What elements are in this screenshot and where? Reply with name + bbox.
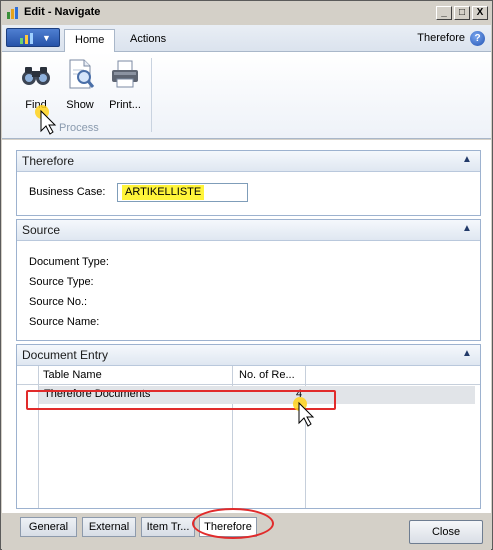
ribbon-body: Find Show Print... Process [2, 52, 491, 139]
column-header-table-name[interactable]: Table Name [43, 369, 102, 381]
show-label: Show [66, 99, 94, 111]
fasttab-document-entry: Document Entry ▲ Table Name No. of Re...… [16, 344, 481, 509]
dynamics-bars-icon [20, 33, 33, 44]
show-button[interactable]: Show [60, 58, 100, 111]
column-header-no-of-records[interactable]: No. of Re... [239, 369, 295, 381]
source-type-label: Source Type: [29, 276, 94, 288]
maximize-button[interactable]: □ [454, 6, 470, 20]
tab-general[interactable]: General [20, 517, 77, 537]
close-button[interactable]: Close [409, 520, 483, 544]
group-label-process: Process [59, 122, 99, 134]
tab-home[interactable]: Home [64, 29, 116, 52]
group-separator [151, 58, 152, 132]
chevron-down-icon: ▼ [42, 33, 51, 43]
minimize-button[interactable]: _ [436, 6, 452, 20]
tab-actions[interactable]: Actions [120, 29, 176, 52]
tab-item-tracking[interactable]: Item Tr... [141, 517, 195, 537]
grid-header: Table Name No. of Re... [17, 366, 480, 385]
collapse-icon[interactable]: ▲ [462, 154, 472, 165]
document-magnifier-icon [69, 59, 95, 89]
collapse-icon[interactable]: ▲ [462, 348, 472, 359]
fasttab-header-source[interactable]: Source ▲ [17, 220, 480, 241]
fasttab-therefore: Therefore ▲ Business Case: ARTIKELLISTE [16, 150, 481, 216]
annotation-tab-highlight [192, 508, 274, 539]
footer-bar: General External Item Tr... Therefore Cl… [2, 508, 491, 550]
source-name-label: Source Name: [29, 316, 100, 328]
dynamics-app-icon [7, 7, 18, 19]
fasttab-title: Document Entry [22, 348, 109, 362]
source-no-label: Source No.: [29, 296, 88, 308]
print-button[interactable]: Print... [103, 58, 147, 111]
title-bar: Edit - Navigate _ □ X [2, 2, 491, 24]
business-case-value: ARTIKELLISTE [122, 185, 205, 200]
ribbon-tab-bar: ▼ Home Actions Therefore ? [2, 25, 491, 52]
tab-external[interactable]: External [82, 517, 136, 537]
mouse-pointer-icon [35, 105, 57, 135]
fasttab-header-therefore[interactable]: Therefore ▲ [17, 151, 480, 172]
business-case-label: Business Case: [29, 186, 106, 198]
business-case-field[interactable]: ARTIKELLISTE [117, 183, 248, 202]
navigate-window: Edit - Navigate _ □ X ▼ Home Actions The… [0, 0, 493, 550]
fasttab-title: Source [22, 223, 61, 237]
annotation-row-highlight [26, 390, 336, 410]
fasttab-source: Source ▲ Document Type: Source Type: Sou… [16, 219, 481, 341]
application-menu-button[interactable]: ▼ [6, 28, 60, 47]
fasttab-header-document-entry[interactable]: Document Entry ▲ [17, 345, 480, 366]
content-area: Therefore ▲ Business Case: ARTIKELLISTE … [2, 140, 491, 513]
help-icon[interactable]: ? [470, 31, 485, 46]
mouse-pointer-icon [293, 397, 315, 427]
window-title: Edit - Navigate [24, 6, 101, 18]
binoculars-icon [22, 67, 50, 85]
printer-icon [112, 60, 138, 88]
close-window-button[interactable]: X [472, 6, 488, 20]
find-button[interactable]: Find [16, 58, 56, 111]
context-label: Therefore [417, 32, 465, 44]
print-label: Print... [109, 99, 141, 111]
document-type-label: Document Type: [29, 256, 109, 268]
collapse-icon[interactable]: ▲ [462, 223, 472, 234]
fasttab-title: Therefore [22, 154, 75, 168]
